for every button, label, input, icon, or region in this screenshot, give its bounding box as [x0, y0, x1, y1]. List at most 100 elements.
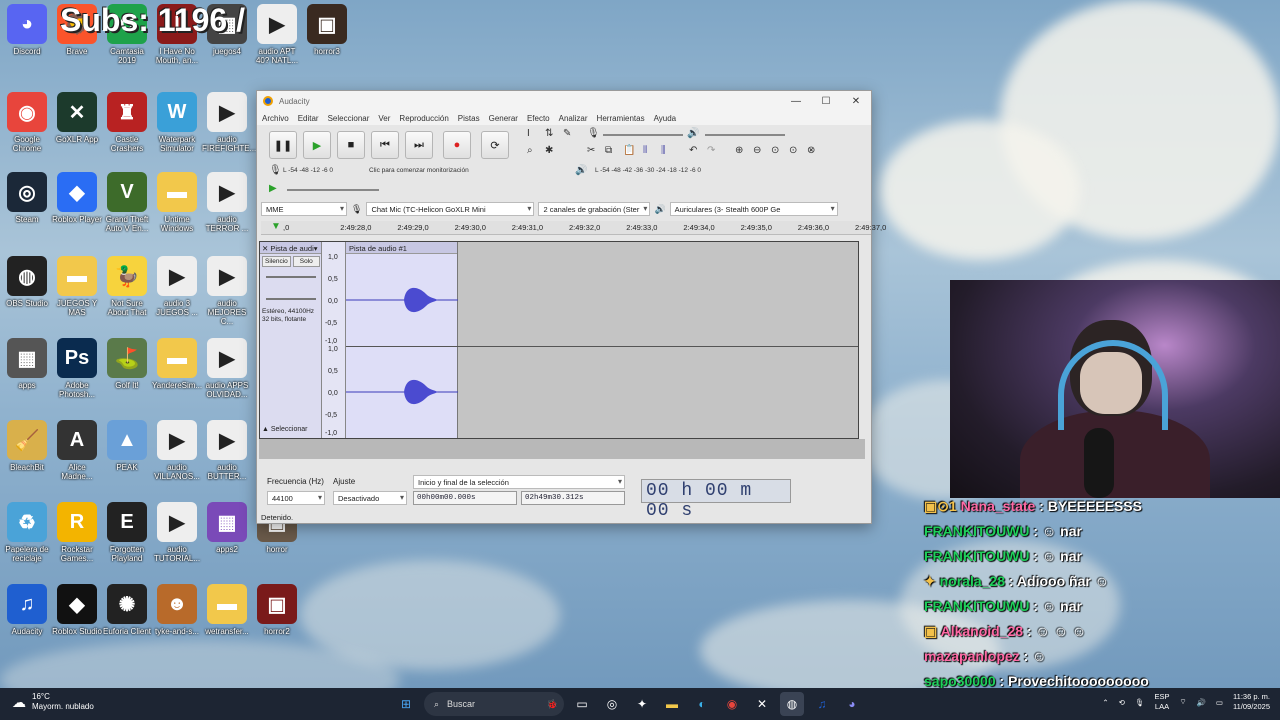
project-background[interactable]	[259, 439, 865, 459]
desktop-icon[interactable]: ▶ audio MEJORES C...	[202, 256, 252, 326]
loop-button[interactable]: ⟳	[481, 131, 509, 159]
channels-select[interactable]: 2 canales de grabación (Ster	[538, 202, 651, 216]
select-track-button[interactable]: ▲ Seleccionar	[262, 426, 307, 433]
menu-item[interactable]: Ayuda	[654, 114, 677, 123]
desktop-icon[interactable]: ▬ JUEGOS Y MAS	[52, 256, 102, 317]
desktop-icon[interactable]: Ps Adobe Photosh...	[52, 338, 102, 399]
desktop-icon[interactable]: ◎ Steam	[2, 172, 52, 224]
desktop-icon[interactable]: A Alice Madne...	[52, 420, 102, 481]
desktop-icon[interactable]: ▶ audio FIREFIGHTE...	[202, 92, 256, 153]
project-rate-select[interactable]: 44100	[267, 491, 325, 505]
undo-icon[interactable]: ↶	[689, 145, 697, 156]
audio-host-select[interactable]: MME	[261, 202, 347, 216]
track-empty-area[interactable]	[458, 242, 858, 438]
desktop-icon[interactable]: ♫ Audacity	[2, 584, 52, 636]
skip-start-button[interactable]: ⏮	[371, 131, 399, 159]
envelope-tool-icon[interactable]: ⇅	[545, 128, 553, 139]
record-device-select[interactable]: Chat Mic (TC-Helicon GoXLR Mini	[366, 202, 535, 216]
tray-app-icon[interactable]: ⟲	[1119, 698, 1125, 707]
audacity-taskbar-icon[interactable]: ♫	[810, 692, 834, 716]
menu-item[interactable]: Ver	[378, 114, 390, 123]
desktop-icon[interactable]: ▲ PEAK	[102, 420, 152, 472]
monitor-hint[interactable]: Clic para comenzar monitorización	[369, 167, 469, 174]
desktop-icon[interactable]: ⛳ Golf It!	[102, 338, 152, 390]
desktop-icon[interactable]: ▶ audio APPS OLVIDAD...	[202, 338, 252, 399]
desktop-icon[interactable]: E Forgotten Playland	[102, 502, 152, 563]
battery-icon[interactable]: ▭	[1216, 698, 1223, 707]
play-at-speed-icon[interactable]: ▶	[269, 183, 277, 194]
selection-start-time[interactable]: 00h00m00.000s	[413, 491, 517, 505]
desktop-icon[interactable]: ◉ Google Chrome	[2, 92, 52, 153]
playback-device-select[interactable]: Auriculares (3- Stealth 600P Ge	[669, 202, 838, 216]
start-button[interactable]: ⊞	[394, 692, 418, 716]
desktop-icon[interactable]: ✺ Euforia Client	[102, 584, 152, 636]
amplitude-scale[interactable]: 1,0 0,5 0,0 -0,5 -1,0 1,0 0,5 0,0 -0,5 -1,0	[322, 242, 346, 438]
menu-item[interactable]: Pistas	[458, 114, 480, 123]
desktop-icon[interactable]: ▣ horror3	[302, 4, 352, 56]
edge-icon[interactable]: ◐	[690, 692, 714, 716]
silence-icon[interactable]: ⫼	[661, 145, 666, 156]
selection-mode-select[interactable]: Inicio y final de la selección	[413, 475, 625, 489]
record-meter[interactable]: L -54 -48 -12 -6 0	[283, 167, 333, 174]
desktop-icon[interactable]: ◆ Roblox Studio	[52, 584, 102, 636]
fit-project-icon[interactable]: ⊙	[789, 145, 797, 156]
draw-tool-icon[interactable]: ✎	[563, 128, 571, 139]
task-view-icon[interactable]: ▭	[570, 692, 594, 716]
clip-name[interactable]: Pista de audio #1	[346, 242, 457, 254]
file-explorer-icon[interactable]: ▬	[660, 692, 684, 716]
record-volume-slider[interactable]	[603, 134, 683, 136]
multi-tool-icon[interactable]: ✱	[545, 145, 553, 156]
desktop-icon[interactable]: ▶ audio BUTTER...	[202, 420, 252, 481]
cut-icon[interactable]: ✂	[587, 145, 595, 156]
chrome-taskbar-icon[interactable]: ◉	[720, 692, 744, 716]
track-name-menu[interactable]: Pista de audi▾	[270, 244, 317, 253]
zoom-toggle-icon[interactable]: ⊗	[807, 145, 815, 156]
menu-item[interactable]: Analizar	[559, 114, 588, 123]
desktop-icon[interactable]: ♻ Papelera de reciclaje	[2, 502, 52, 563]
play-volume-slider[interactable]	[705, 134, 785, 136]
maximize-button[interactable]: ☐	[811, 96, 841, 107]
menu-item[interactable]: Archivo	[262, 114, 289, 123]
pan-slider[interactable]	[266, 298, 316, 300]
select-tool-icon[interactable]: I	[527, 128, 530, 139]
fit-selection-icon[interactable]: ⊙	[771, 145, 779, 156]
weather-widget[interactable]: ☁ 16°C Mayorm. nublado	[12, 692, 94, 712]
goxlr-taskbar-icon[interactable]: ◎	[600, 692, 624, 716]
menu-item[interactable]: Herramientas	[597, 114, 645, 123]
desktop-icon[interactable]: ◆ Roblox Player	[52, 172, 102, 224]
desktop-icon[interactable]: 🧹 BleachBit	[2, 420, 52, 472]
skip-end-button[interactable]: ⏭	[405, 131, 433, 159]
goxlr-app-taskbar-icon[interactable]: ✕	[750, 692, 774, 716]
desktop-icon[interactable]: ▶ audio APT 40? NATL...	[252, 4, 302, 65]
tray-overflow-icon[interactable]: ⌃	[1102, 698, 1108, 707]
snap-select[interactable]: Desactivado	[333, 491, 407, 505]
desktop-icon[interactable]: ▶ audio TUTORIAL...	[152, 502, 202, 563]
discord-taskbar-icon[interactable]: ◕	[840, 692, 864, 716]
desktop-icon[interactable]: R Rockstar Games...	[52, 502, 102, 563]
menu-item[interactable]: Reproducción	[399, 114, 448, 123]
mute-button[interactable]: Silencio	[262, 256, 291, 267]
zoom-tool-icon[interactable]: ⌕	[527, 145, 533, 156]
desktop-icon[interactable]: W Waterpark Simulator	[152, 92, 202, 153]
desktop-icon[interactable]: ▶ audio 3 JUEGOS ...	[152, 256, 202, 317]
pause-button[interactable]: ❚❚	[269, 131, 297, 159]
obs-taskbar-icon[interactable]: ◍	[780, 692, 804, 716]
menu-item[interactable]: Generar	[489, 114, 518, 123]
menu-item[interactable]: Seleccionar	[328, 114, 370, 123]
solo-button[interactable]: Solo	[292, 256, 320, 267]
zoom-out-icon[interactable]: ⊖	[753, 145, 761, 156]
record-button[interactable]: ●	[443, 131, 471, 159]
desktop-icon[interactable]: ▶ audio TERROR ...	[202, 172, 252, 233]
timeline-ruler[interactable]: ▼ ,0 2:49:28,0 2:49:29,0 2:49:30,0 2:49:31,0…	[261, 221, 886, 235]
desktop-icon[interactable]: ▣ horror2	[252, 584, 302, 636]
desktop-icon[interactable]: ▬ wetransfer...	[202, 584, 252, 636]
play-meter[interactable]: L -54 -48 -42 -36 -30 -24 -18 -12 -6 0	[595, 167, 701, 174]
desktop-icon[interactable]: ▦ apps2	[202, 502, 252, 554]
language-indicator[interactable]: ESP LAA	[1155, 692, 1170, 712]
desktop-icon[interactable]: ▶ audio VILLANOS...	[152, 420, 202, 481]
desktop-icon[interactable]: ◍ OBS Studio	[2, 256, 52, 308]
audio-position-display[interactable]: 00 h 00 m 00 s	[641, 479, 791, 521]
playback-speed-slider[interactable]	[287, 189, 379, 191]
redo-icon[interactable]: ↷	[707, 145, 715, 156]
menu-item[interactable]: Efecto	[527, 114, 550, 123]
